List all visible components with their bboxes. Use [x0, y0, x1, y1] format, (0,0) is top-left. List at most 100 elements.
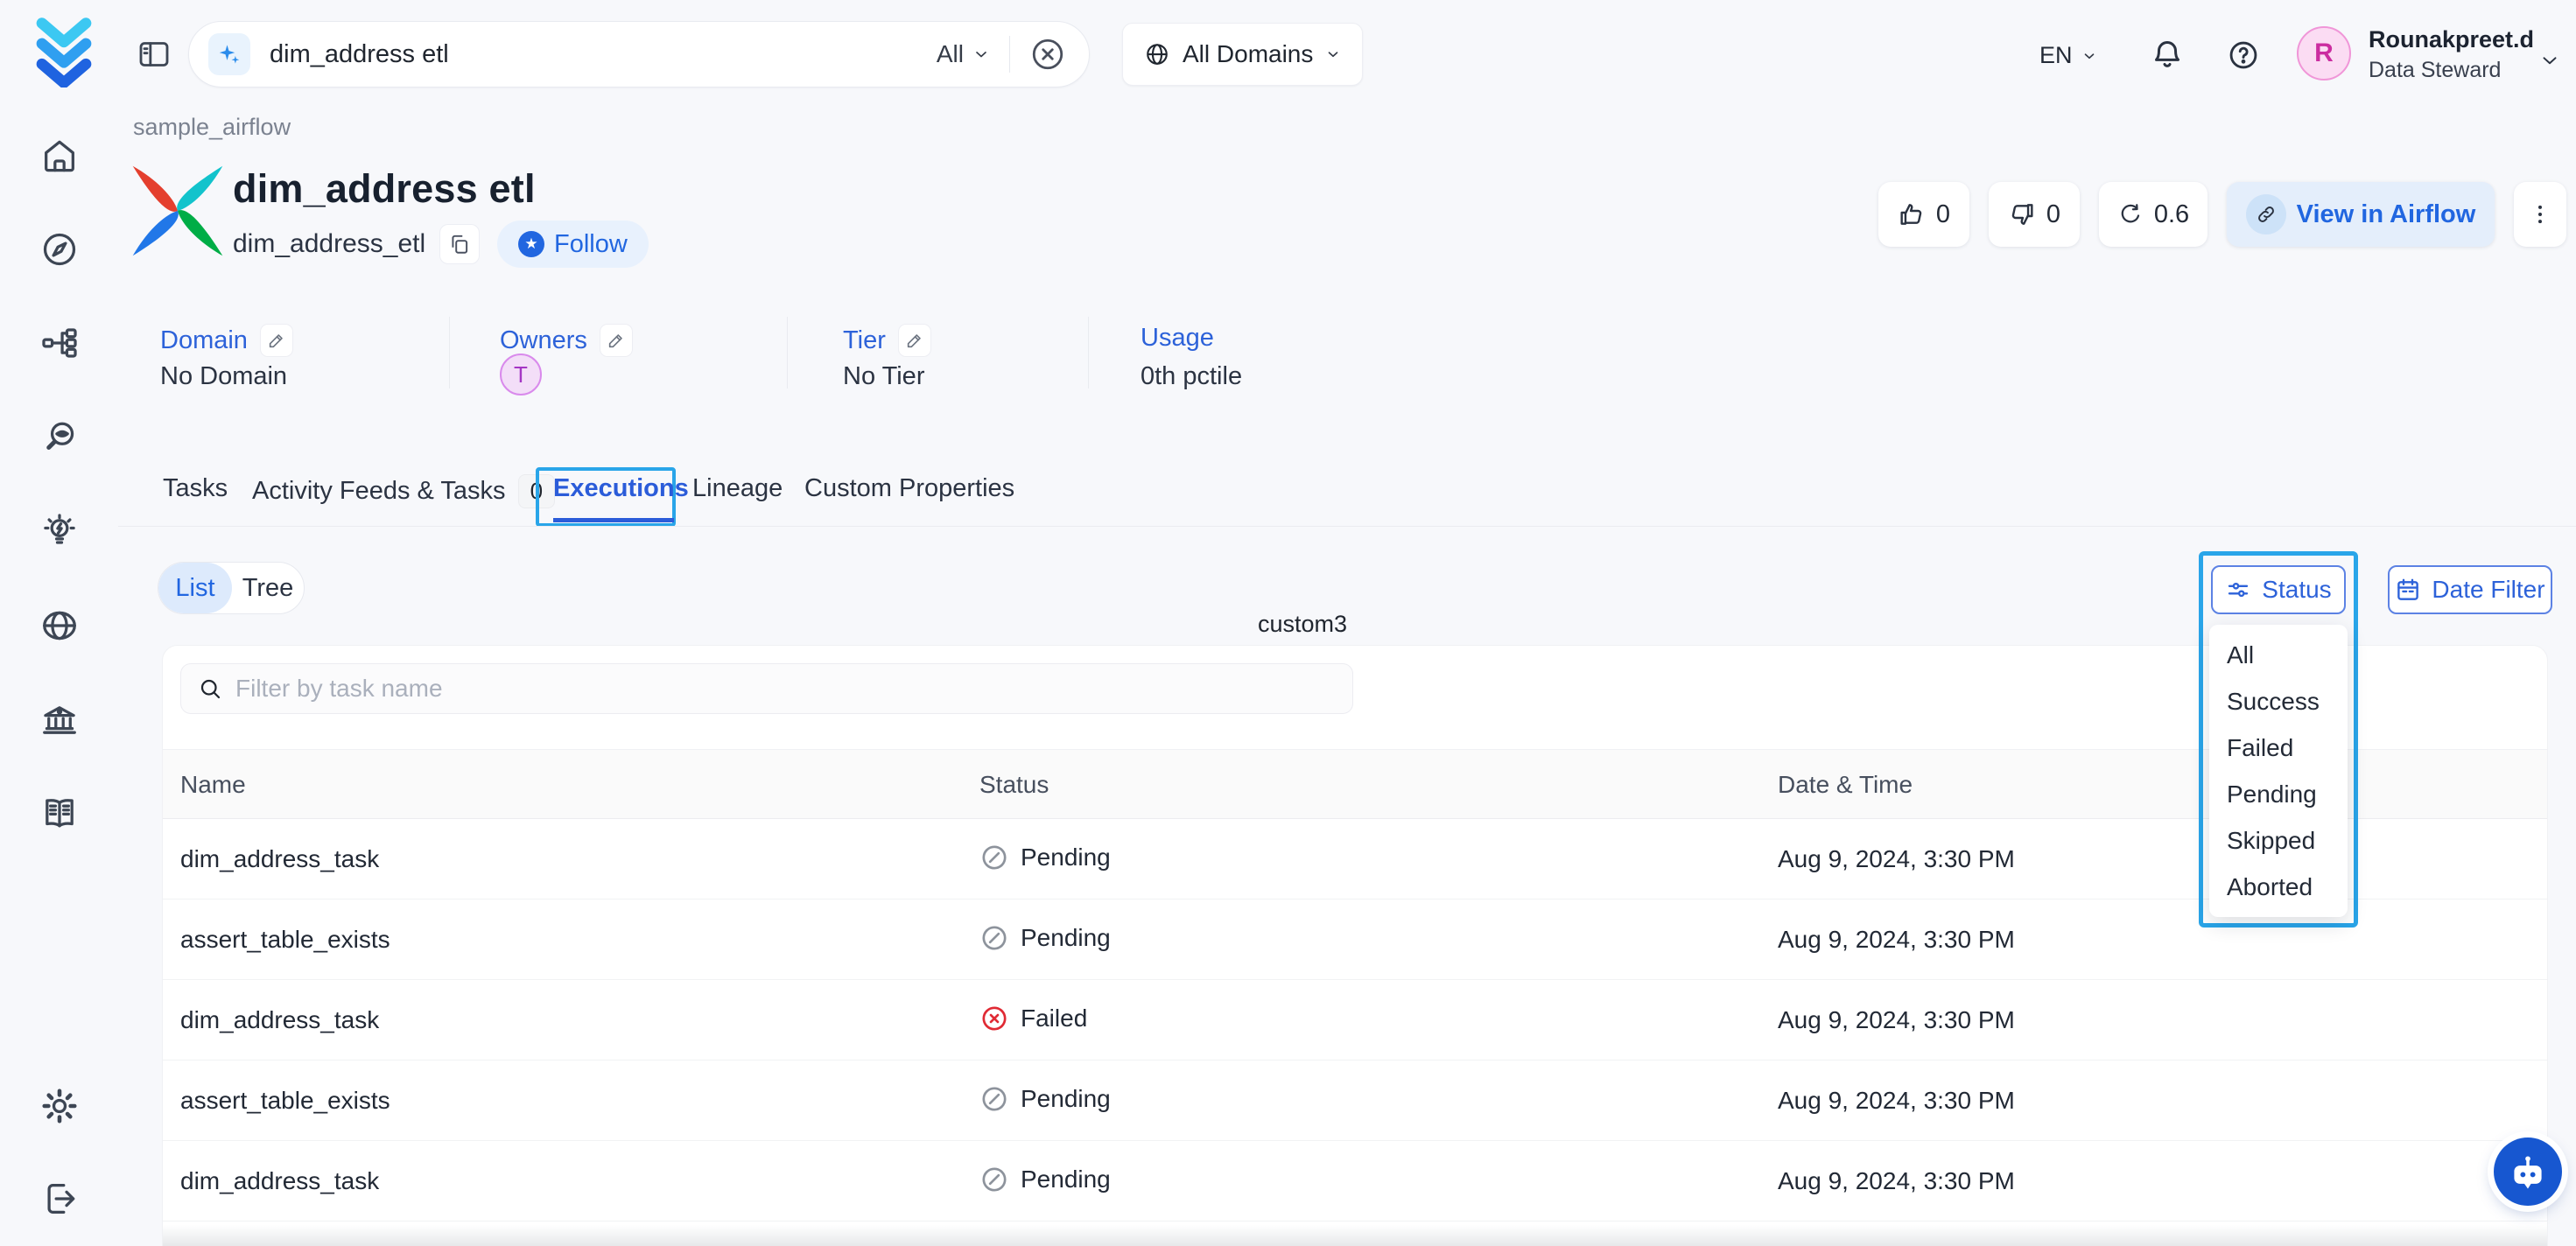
task-name[interactable]: dim_address_task	[180, 1167, 379, 1195]
status-badge: Pending	[979, 843, 1111, 872]
tab-tasks[interactable]: Tasks	[163, 474, 228, 503]
task-name[interactable]: dim_address_task	[180, 1006, 379, 1034]
task-name[interactable]: dim_address_task	[180, 845, 379, 873]
chevron-down-icon	[972, 46, 990, 63]
language-selector[interactable]: EN	[2039, 42, 2097, 69]
follow-button[interactable]: ★ Follow	[497, 220, 649, 268]
pending-icon	[979, 843, 1009, 872]
upvote-button[interactable]: 0	[1878, 182, 1969, 247]
task-filter-input[interactable]	[235, 675, 1337, 703]
task-filter-field[interactable]	[180, 663, 1353, 714]
tab-executions[interactable]: Executions	[553, 474, 689, 503]
tree-view-button[interactable]: Tree	[232, 563, 304, 613]
downvote-count: 0	[2046, 200, 2060, 229]
govern-icon[interactable]	[39, 699, 81, 741]
entity-fqn: dim_address_etl	[233, 229, 425, 259]
search-input[interactable]	[270, 40, 937, 69]
airflow-service-icon	[128, 161, 228, 261]
owner-initial: T	[514, 361, 528, 388]
user-role: Data Steward	[2369, 58, 2501, 83]
date-filter-button[interactable]: Date Filter	[2388, 565, 2552, 614]
help-icon[interactable]	[2227, 38, 2260, 76]
all-domains-button[interactable]: All Domains	[1122, 23, 1363, 86]
settings-icon[interactable]	[39, 1085, 81, 1127]
owner-avatar[interactable]: T	[500, 354, 542, 396]
notifications-bell-icon[interactable]	[2150, 37, 2185, 76]
copy-icon[interactable]	[439, 224, 480, 264]
custom3-label: custom3	[1258, 611, 1347, 638]
status-option-success[interactable]: Success	[2209, 678, 2348, 724]
status-filter-button[interactable]: Status	[2211, 565, 2346, 614]
upvote-count: 0	[1936, 200, 1950, 229]
version-button[interactable]: 0.6	[2099, 182, 2207, 247]
edit-owners-icon[interactable]	[600, 324, 633, 357]
panel-bottom-fade	[163, 1225, 2547, 1246]
tab-custom-properties[interactable]: Custom Properties	[804, 474, 1014, 503]
task-name[interactable]: assert_table_exists	[180, 926, 390, 954]
status-option-all[interactable]: All	[2209, 632, 2348, 678]
global-search-bar[interactable]: All	[188, 21, 1090, 88]
domains-icon[interactable]	[39, 605, 81, 647]
task-name[interactable]: assert_table_exists	[180, 1087, 390, 1115]
explore-icon[interactable]	[39, 228, 81, 270]
edit-domain-icon[interactable]	[260, 324, 293, 357]
glossary-icon[interactable]	[39, 793, 81, 835]
sliders-icon	[2225, 577, 2251, 603]
status-badge: Failed	[979, 1004, 1087, 1033]
status-filter-label: Status	[2262, 576, 2331, 604]
table-row[interactable]: assert_table_exists Pending Aug 9, 2024,…	[163, 900, 2547, 980]
divider	[1088, 317, 1089, 388]
table-row[interactable]: dim_address_task Failed Aug 9, 2024, 3:3…	[163, 980, 2547, 1060]
status-badge: Pending	[979, 1165, 1111, 1194]
executions-panel: Name Status Date & Time dim_address_task…	[162, 645, 2548, 1246]
view-in-airflow-button[interactable]: View in Airflow	[2227, 182, 2495, 247]
search-scope-dropdown[interactable]: All	[937, 40, 990, 68]
left-sidebar	[0, 0, 118, 1246]
status-option-pending[interactable]: Pending	[2209, 771, 2348, 817]
view-mode-toggle[interactable]: List Tree	[158, 562, 305, 614]
run-datetime: Aug 9, 2024, 3:30 PM	[1778, 926, 2015, 954]
divider	[787, 317, 788, 388]
robot-icon	[2505, 1149, 2551, 1194]
lineage-icon[interactable]	[39, 322, 81, 364]
column-date: Date & Time	[1778, 771, 1913, 799]
status-filter-menu: All Success Failed Pending Skipped Abort…	[2209, 625, 2348, 917]
logout-icon[interactable]	[39, 1178, 81, 1220]
status-option-aborted[interactable]: Aborted	[2209, 864, 2348, 910]
table-row[interactable]: assert_table_exists Pending Aug 9, 2024,…	[163, 1060, 2547, 1141]
list-view-button[interactable]: List	[158, 563, 232, 613]
status-badge: Pending	[979, 923, 1111, 953]
usage-label: Usage	[1141, 324, 1214, 353]
pending-icon	[979, 1165, 1009, 1194]
tab-activity-feeds[interactable]: Activity Feeds & Tasks 0	[252, 474, 555, 508]
status-badge: Pending	[979, 1084, 1111, 1114]
thumbs-down-icon	[2008, 200, 2036, 228]
app-logo[interactable]	[26, 12, 102, 89]
insights-icon[interactable]	[39, 510, 81, 552]
chat-assistant-button[interactable]	[2494, 1138, 2562, 1206]
home-icon[interactable]	[39, 135, 81, 177]
page-title: dim_address etl	[233, 166, 536, 212]
star-icon: ★	[518, 231, 544, 257]
sidebar-toggle-icon[interactable]	[137, 37, 173, 74]
table-row[interactable]: dim_address_task Pending Aug 9, 2024, 3:…	[163, 819, 2547, 900]
user-menu-chevron-icon[interactable]	[2538, 49, 2561, 76]
table-row[interactable]: dim_address_task Pending Aug 9, 2024, 3:…	[163, 1141, 2547, 1222]
more-actions-button[interactable]	[2514, 182, 2566, 247]
downvote-button[interactable]: 0	[1989, 182, 2080, 247]
column-status: Status	[979, 771, 1049, 799]
edit-tier-icon[interactable]	[898, 324, 931, 357]
follow-label: Follow	[554, 230, 628, 259]
user-avatar[interactable]: R	[2297, 26, 2351, 80]
observability-icon[interactable]	[39, 416, 81, 458]
ai-sparkle-icon	[208, 33, 250, 75]
status-option-skipped[interactable]: Skipped	[2209, 817, 2348, 864]
status-option-failed[interactable]: Failed	[2209, 724, 2348, 771]
tier-label: Tier	[843, 324, 931, 357]
domain-value: No Domain	[160, 362, 287, 391]
search-clear-icon[interactable]	[1029, 36, 1066, 73]
active-tab-underline	[553, 518, 674, 522]
user-name: Rounakpreet.d	[2369, 26, 2534, 53]
breadcrumb[interactable]: sample_airflow	[133, 114, 291, 141]
tab-lineage[interactable]: Lineage	[692, 474, 783, 503]
